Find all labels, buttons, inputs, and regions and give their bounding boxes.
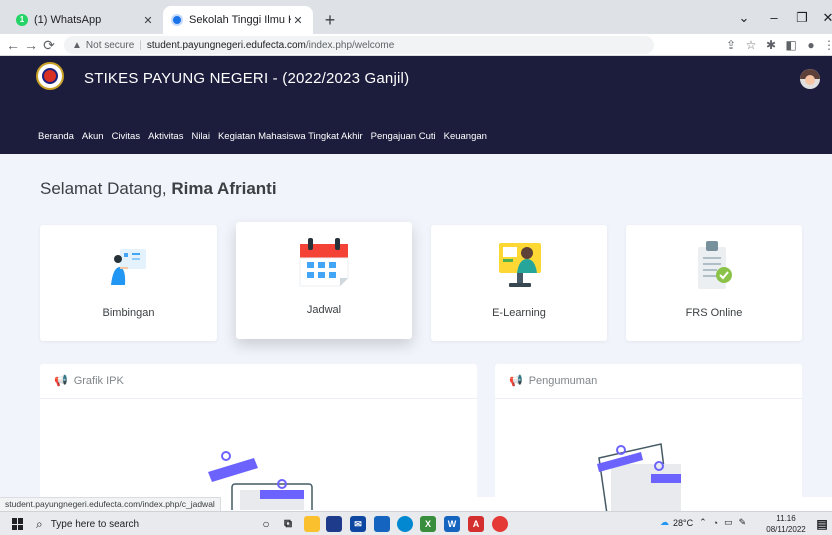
e-learning-icon [499, 243, 541, 287]
panel-grafik-ipk: 📢 Grafik IPK [40, 364, 477, 510]
welcome-heading: Selamat Datang, Rima Afrianti [40, 179, 277, 199]
address-bar[interactable]: ▲ Not secure | student.payungnegeri.eduf… [64, 36, 654, 54]
status-url-preview: student.payungnegeri.edufecta.com/index.… [0, 497, 221, 511]
url-path: /index.php/welcome [305, 39, 395, 51]
calendar-icon [299, 238, 349, 287]
site-title: STIKES PAYUNG NEGERI - (2022/2023 Ganjil… [84, 70, 410, 87]
nav-item-beranda[interactable]: Beranda [38, 131, 74, 142]
taskbar-search-box[interactable]: ⌕ Type here to search [36, 515, 241, 533]
chevron-down-icon[interactable]: ⌄ [730, 8, 758, 28]
network-icon[interactable]: ◔ [713, 518, 718, 528]
card-jadwal[interactable]: Jadwal [236, 222, 412, 339]
card-label: Jadwal [306, 304, 342, 316]
task-view-icon[interactable]: ⧉ [280, 516, 296, 532]
tab-whatsapp[interactable]: (1) WhatsApp ✕ [8, 6, 163, 34]
empty-state-illustration [597, 443, 681, 514]
panel-title: 📢 Pengumuman [509, 374, 598, 388]
windows-start-icon[interactable] [12, 518, 24, 530]
edge-icon[interactable] [397, 516, 413, 532]
file-explorer-icon[interactable] [304, 516, 320, 532]
close-window-button[interactable]: ✕ [814, 8, 832, 28]
divider [495, 398, 802, 399]
restore-button[interactable]: ❐ [788, 8, 816, 28]
bookmark-star-icon[interactable]: ☆ [742, 36, 760, 54]
reload-icon[interactable]: ⟳ [40, 36, 58, 54]
forward-arrow-icon[interactable]: → [22, 36, 40, 54]
battery-icon[interactable]: ▭ [724, 517, 733, 528]
pen-icon[interactable]: ✎ [739, 517, 747, 528]
whatsapp-icon [16, 14, 28, 26]
close-icon[interactable]: ✕ [291, 14, 305, 27]
card-frs-online[interactable]: FRS Online [626, 225, 802, 341]
excel-icon[interactable]: X [420, 516, 436, 532]
browser-toolbar: ← → ⟳ ▲ Not secure | student.payungneger… [0, 34, 832, 56]
taskbar-clock[interactable]: 11.16 08/11/2022 [766, 513, 806, 535]
tab-title: Sekolah Tinggi Ilmu Kesehatan P [189, 14, 291, 26]
welcome-prefix: Selamat Datang, [40, 179, 167, 198]
extensions-icon[interactable]: ✱ [762, 36, 780, 54]
clipboard-check-icon [698, 241, 732, 289]
security-label: Not secure [85, 39, 135, 51]
store-icon[interactable] [326, 516, 342, 532]
search-icon: ⌕ [36, 516, 43, 531]
panel-title-text: Pengumuman [528, 374, 598, 387]
megaphone-icon: 📢 [54, 375, 68, 387]
main-content: Selamat Datang, Rima Afrianti Bimbingan [0, 154, 832, 514]
card-label: Bimbingan [102, 307, 155, 319]
nav-item-kegiatan-mahasiswa[interactable]: Kegiatan Mahasiswa Tingkat Akhir [218, 131, 363, 142]
new-tab-button[interactable]: + [318, 8, 342, 32]
stikes-logo[interactable] [36, 62, 64, 90]
url-host: student.payungnegeri.edufecta.com [146, 39, 306, 51]
share-icon[interactable]: ⇪ [722, 36, 740, 54]
profile-icon[interactable]: ● [802, 36, 820, 54]
clock-date: 08/11/2022 [766, 525, 806, 534]
chrome-icon[interactable] [492, 516, 508, 532]
app-icon[interactable] [374, 516, 390, 532]
user-avatar[interactable] [800, 69, 820, 89]
site-header: STIKES PAYUNG NEGERI - (2022/2023 Ganjil… [0, 56, 832, 154]
close-icon[interactable]: ✕ [141, 14, 155, 27]
nav-item-keuangan[interactable]: Keuangan [444, 131, 487, 142]
card-label: FRS Online [685, 307, 743, 319]
card-bimbingan[interactable]: Bimbingan [40, 225, 217, 341]
nav-item-pengajuan-cuti[interactable]: Pengajuan Cuti [371, 131, 436, 142]
main-nav: Beranda Akun Civitas Aktivitas Nilai Keg… [38, 131, 495, 142]
site-favicon-icon [171, 14, 183, 26]
cloud-icon: ☁ [660, 517, 669, 527]
search-placeholder: Type here to search [50, 518, 140, 530]
nav-item-aktivitas[interactable]: Aktivitas [148, 131, 183, 142]
word-icon[interactable]: W [444, 516, 460, 532]
chevron-up-icon[interactable]: ⌃ [699, 517, 707, 528]
tab-stikes[interactable]: Sekolah Tinggi Ilmu Kesehatan P ✕ [163, 6, 313, 34]
menu-dots-icon[interactable]: ⋮ [820, 36, 832, 54]
mail-icon[interactable]: ✉ [350, 516, 366, 532]
panel-title: 📢 Grafik IPK [54, 374, 124, 388]
warning-icon: ▲ [72, 39, 82, 51]
nav-item-akun[interactable]: Akun [82, 131, 104, 142]
nav-item-civitas[interactable]: Civitas [112, 131, 141, 142]
empty-state-illustration [208, 451, 313, 510]
panel-pengumuman: 📢 Pengumuman [495, 364, 802, 514]
system-tray: ☁ 28°C ⌃ ◔ ▭ ✎ [660, 517, 746, 528]
user-name: Rima Afrianti [171, 179, 277, 198]
minimize-button[interactable]: – [760, 8, 788, 28]
card-e-learning[interactable]: E-Learning [431, 225, 607, 341]
megaphone-icon: 📢 [509, 375, 523, 387]
windows-taskbar: ⌕ Type here to search ○ ⧉ ✉ X W A ☁ 28°C… [0, 511, 832, 535]
nav-item-nilai[interactable]: Nilai [191, 131, 209, 142]
weather-temp: 28°C [673, 517, 694, 528]
consultation-icon [111, 249, 146, 285]
panel-title-text: Grafik IPK [73, 374, 124, 387]
browser-tab-strip: (1) WhatsApp ✕ Sekolah Tinggi Ilmu Keseh… [0, 0, 832, 34]
separator: | [139, 39, 142, 51]
card-label: E-Learning [492, 307, 546, 319]
tab-title: (1) WhatsApp [34, 14, 102, 26]
clock-time: 11.16 [776, 514, 796, 523]
notification-icon[interactable]: ▤ [814, 516, 830, 532]
cortana-circle-icon[interactable]: ○ [258, 516, 274, 532]
acrobat-icon[interactable]: A [468, 516, 484, 532]
divider [40, 398, 477, 399]
back-arrow-icon[interactable]: ← [4, 36, 22, 54]
sidebar-icon[interactable]: ◧ [782, 36, 800, 54]
